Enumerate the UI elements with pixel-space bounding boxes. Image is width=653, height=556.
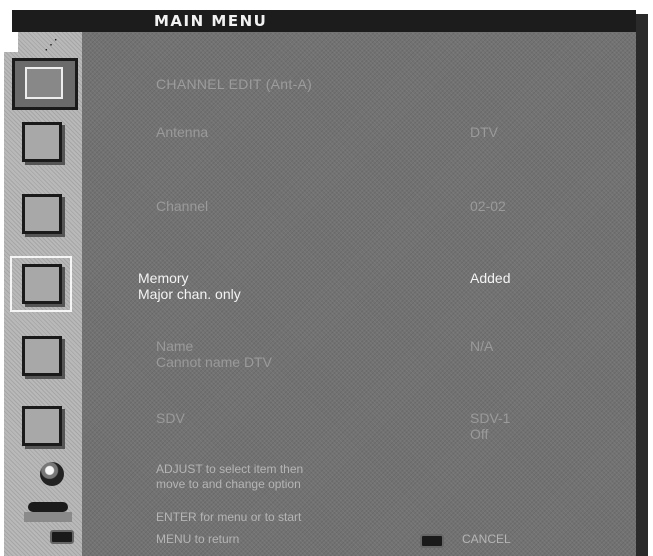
menu-selected-icon[interactable] (12, 58, 78, 110)
sdv-label[interactable]: SDV (156, 410, 185, 426)
cancel-button-icon[interactable] (420, 534, 444, 548)
help-adjust-line-2: move to and change option (156, 477, 301, 491)
antenna-value[interactable]: DTV (470, 124, 498, 140)
corner-hatch-icon: ⋰ (44, 36, 58, 52)
memory-icon[interactable] (22, 264, 62, 304)
help-enter-line: ENTER for menu or to start (156, 510, 302, 524)
name-label[interactable]: Name (156, 338, 193, 354)
menu-button-icon[interactable] (50, 530, 74, 544)
cancel-label[interactable]: CANCEL (462, 532, 511, 547)
channel-label[interactable]: Channel (156, 198, 208, 214)
name-value[interactable]: N/A (470, 338, 493, 354)
antenna-label[interactable]: Antenna (156, 124, 208, 140)
sdv-value[interactable]: SDV-1 (470, 410, 510, 426)
name-sublabel: Cannot name DTV (156, 354, 272, 370)
panel-shadow (636, 14, 648, 556)
adjust-knob-icon[interactable] (40, 462, 64, 486)
help-menu-line: MENU to return (156, 532, 240, 546)
help-adjust-line-1: ADJUST to select item then (156, 462, 304, 476)
sdv-icon[interactable] (22, 406, 62, 446)
memory-sublabel: Major chan. only (138, 286, 241, 302)
title-bar (12, 10, 636, 32)
tv-main-menu-screen: MAIN MENU ⋰ CHANNEL EDIT (Ant-A) Antenna… (0, 0, 653, 556)
channel-value[interactable]: 02-02 (470, 198, 506, 214)
sdv-value-2: Off (470, 426, 489, 442)
channel-icon[interactable] (22, 194, 62, 234)
name-icon[interactable] (22, 336, 62, 376)
menu-title: MAIN MENU (154, 12, 268, 30)
memory-label[interactable]: Memory (138, 270, 189, 286)
memory-value[interactable]: Added (470, 270, 510, 286)
antenna-icon[interactable] (22, 122, 62, 162)
section-title: CHANNEL EDIT (Ant-A) (156, 76, 313, 92)
enter-button-icon[interactable] (28, 502, 68, 512)
